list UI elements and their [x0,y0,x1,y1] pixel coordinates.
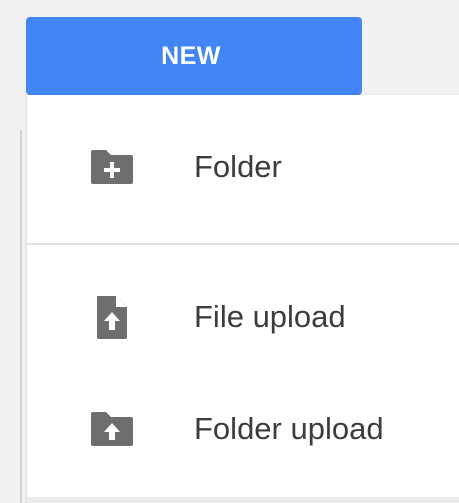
menu-item-label: Folder upload [194,411,384,446]
drive-new-menu-screen: NEW Folder File upload Folder upload [0,0,459,503]
new-button[interactable]: NEW [26,17,362,95]
file-upload-icon [89,294,135,340]
folder-upload-icon [89,406,135,452]
sidebar-edge [20,130,22,503]
menu-divider [27,243,459,245]
menu-item-label: Folder [194,149,282,184]
new-button-label: NEW [161,41,221,70]
folder-plus-icon [89,144,135,190]
menu-item-label: File upload [194,299,346,334]
menu-item-folder-upload[interactable]: Folder upload [27,385,459,473]
menu-item-folder[interactable]: Folder [27,123,459,211]
menu-bottom-edge [27,497,459,503]
new-dropdown-menu: Folder File upload Folder upload [27,95,459,503]
menu-item-file-upload[interactable]: File upload [27,273,459,361]
